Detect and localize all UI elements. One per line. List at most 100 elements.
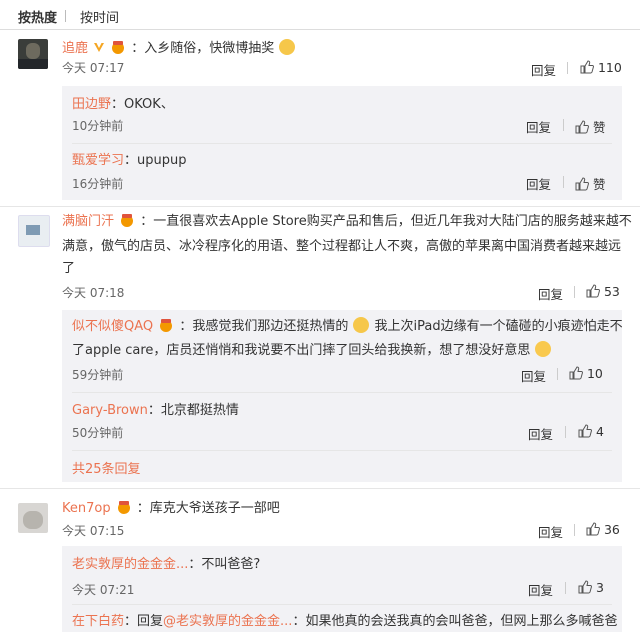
comment-author[interactable]: 满脑门汗 xyxy=(62,214,114,229)
like-button[interactable]: 36 xyxy=(586,522,620,537)
comment-time: 今天 07:18 xyxy=(62,286,125,300)
emoji-icon xyxy=(353,317,370,333)
thumbs-up-icon xyxy=(575,120,589,134)
more-replies-link[interactable]: 共25条回复 xyxy=(72,458,141,477)
reply-author[interactable]: 老实敦厚的金金金... xyxy=(72,557,188,572)
tab-sort-time[interactable]: 按时间 xyxy=(80,7,119,26)
divider xyxy=(563,176,564,188)
vip-badge-icon xyxy=(112,41,125,54)
like-button[interactable]: 赞 xyxy=(575,117,606,136)
reply-button[interactable]: 回复 xyxy=(528,580,553,599)
comment-line: 追鹿 ：入乡随俗，快微博抽奖 xyxy=(62,37,296,56)
thumbs-up-icon xyxy=(578,580,592,594)
divider xyxy=(72,392,612,393)
emoji-icon xyxy=(534,341,551,357)
reply-text: ：OKOK、 xyxy=(111,97,174,112)
divider xyxy=(0,206,640,207)
reply-time: 16分钟前 xyxy=(72,177,124,191)
avatar[interactable] xyxy=(18,215,50,247)
reply-text: ：不叫爸爸? xyxy=(188,557,261,572)
verified-v-icon xyxy=(94,43,105,52)
emoji-icon xyxy=(279,39,296,55)
reply-author[interactable]: 似不似傻QAQ xyxy=(72,319,153,334)
like-count: 53 xyxy=(603,284,620,299)
reply-line: 老实敦厚的金金金...：不叫爸爸? xyxy=(72,553,260,576)
reply-time: 今天 07:21 xyxy=(72,583,135,597)
reply-time: 59分钟前 xyxy=(72,368,124,382)
reply-line: 在下白药：回复@老实敦厚的金金金...：如果他真的会送我真的会叫爸爸，但网上那么… xyxy=(72,610,617,633)
mention-link[interactable]: @老实敦厚的金金金... xyxy=(163,614,292,629)
reply-button[interactable]: 回复 xyxy=(526,117,551,136)
reply-prefix: ：回复 xyxy=(124,614,164,629)
reply-author[interactable]: Gary-Brown xyxy=(72,403,148,418)
thumbs-up-icon xyxy=(578,424,592,438)
reply-button[interactable]: 回复 xyxy=(526,174,551,193)
reply-button[interactable]: 回复 xyxy=(538,284,563,303)
reply-time: 50分钟前 xyxy=(72,426,124,440)
comment-line: Ken7op ：库克大爷送孩子一部吧 xyxy=(62,497,280,520)
reply-button[interactable]: 回复 xyxy=(538,522,563,541)
comment-text: ：库克大爷送孩子一部吧 xyxy=(136,501,280,516)
divider xyxy=(574,524,575,536)
divider xyxy=(72,450,612,451)
thumbs-up-icon xyxy=(580,60,594,74)
divider xyxy=(563,119,564,131)
reply-text-cont: 了apple care，店员还悄悄和我说要不出门摔了回头给我换新，想了想没好意思 xyxy=(72,340,551,362)
reply-text: ：北京都挺热情 xyxy=(147,403,239,418)
comment-line: 满脑门汗 ：一直很喜欢去Apple Store购买产品和售后，但近几年我对大陆门… xyxy=(62,210,632,233)
vip-badge-icon xyxy=(117,501,130,514)
comment-author[interactable]: 追鹿 xyxy=(62,41,88,56)
tab-sort-hot[interactable]: 按热度 xyxy=(18,7,57,26)
thumbs-up-icon xyxy=(586,284,600,298)
avatar[interactable] xyxy=(18,39,48,69)
divider xyxy=(557,368,558,380)
divider xyxy=(72,604,612,605)
divider xyxy=(72,143,612,144)
reply-button[interactable]: 回复 xyxy=(531,60,556,79)
reply-text: ：upupup xyxy=(124,153,187,168)
like-button[interactable]: 53 xyxy=(586,284,620,299)
like-button[interactable]: 4 xyxy=(578,424,604,439)
thumbs-up-icon xyxy=(575,177,589,191)
reply-line: 似不似傻QAQ ：我感觉我们那边还挺热情的 我上次iPad边缘有一个磕碰的小痕迹… xyxy=(72,315,623,338)
like-button[interactable]: 110 xyxy=(580,60,622,75)
sort-tabs: 按热度 按时间 xyxy=(0,0,640,32)
reply-text: 我上次iPad边缘有一个磕碰的小痕迹怕走不 xyxy=(374,319,623,334)
comment-time: 今天 07:15 xyxy=(62,524,125,538)
divider xyxy=(567,62,568,74)
reply-button[interactable]: 回复 xyxy=(528,424,553,443)
like-button[interactable]: 3 xyxy=(578,580,604,595)
comment-text: ：入乡随俗，快微博抽奖 xyxy=(131,41,275,56)
like-count: 4 xyxy=(595,424,604,439)
reply-text: ：我感觉我们那边还挺热情的 xyxy=(179,319,349,334)
reply-author[interactable]: 田边野 xyxy=(72,97,111,112)
divider xyxy=(565,426,566,438)
reply-text: 了apple care，店员还悄悄和我说要不出门摔了回头给我换新，想了想没好意思 xyxy=(72,343,531,358)
like-count: 36 xyxy=(603,522,620,537)
thumbs-up-icon xyxy=(586,522,600,536)
like-label: 赞 xyxy=(592,120,606,135)
reply-author[interactable]: 在下白药 xyxy=(72,614,124,629)
thumbs-up-icon xyxy=(569,366,583,380)
like-count: 3 xyxy=(595,580,604,595)
like-count: 110 xyxy=(597,60,622,75)
reply-line: 甄爱学习：upupup xyxy=(72,149,187,172)
comment-author[interactable]: Ken7op xyxy=(62,501,111,516)
comment-text: ：一直很喜欢去Apple Store购买产品和售后，但近几年我对大陆门店的服务越… xyxy=(140,214,632,229)
reply-button[interactable]: 回复 xyxy=(521,366,546,385)
vip-badge-icon xyxy=(121,214,134,227)
tab-divider xyxy=(65,10,66,22)
avatar[interactable] xyxy=(18,503,48,533)
reply-line: Gary-Brown：北京都挺热情 xyxy=(72,399,239,422)
comment-text-cont: 了 xyxy=(62,261,76,276)
like-button[interactable]: 赞 xyxy=(575,174,606,193)
reply-text: ：如果他真的会送我真的会叫爸爸，但网上那么多喊爸爸 xyxy=(292,614,618,629)
like-label: 赞 xyxy=(592,177,606,192)
like-button[interactable]: 10 xyxy=(569,366,603,381)
divider xyxy=(0,488,640,489)
reply-author[interactable]: 甄爱学习 xyxy=(72,153,124,168)
divider xyxy=(574,286,575,298)
divider xyxy=(0,29,640,30)
divider xyxy=(565,582,566,594)
vip-badge-icon xyxy=(160,319,173,332)
